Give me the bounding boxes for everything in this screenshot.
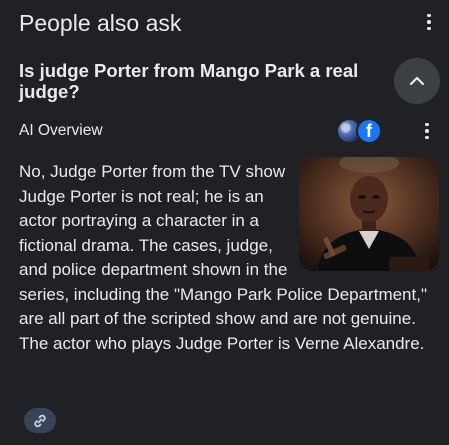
kebab-vertical-icon[interactable] (417, 120, 437, 142)
collapse-question-button[interactable] (394, 58, 440, 104)
chevron-up-icon (409, 76, 425, 86)
facebook-glyph: f (366, 121, 372, 141)
section-title: People also ask (19, 10, 182, 36)
people-also-ask-panel: People also ask Is judge Porter from Man… (0, 0, 449, 445)
ai-overview-answer: No, Judge Porter from the TV show Judge … (19, 160, 439, 356)
kebab-vertical-icon[interactable] (419, 11, 439, 33)
link-icon (34, 414, 46, 427)
copy-link-button[interactable] (24, 408, 56, 433)
question-text[interactable]: Is judge Porter from Mango Park a real j… (19, 60, 369, 102)
ai-overview-label: AI Overview (19, 122, 103, 139)
image-spacer (291, 160, 439, 270)
facebook-icon[interactable]: f (356, 118, 382, 144)
source-icons[interactable]: f (336, 117, 382, 145)
